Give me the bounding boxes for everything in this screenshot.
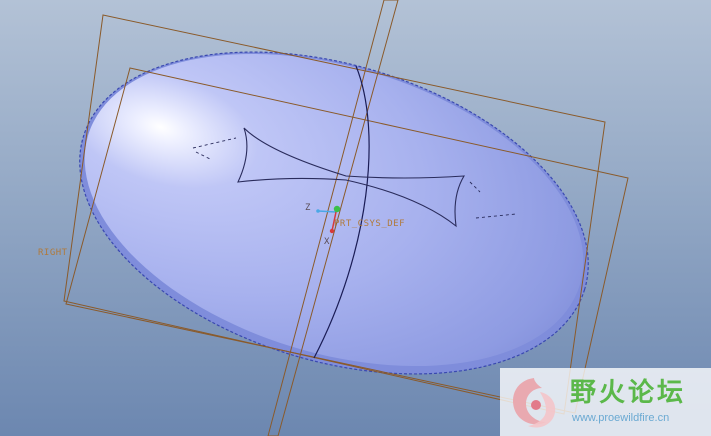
axis-y-marker	[333, 205, 341, 213]
watermark-url: www.proewildfire.cn	[572, 412, 670, 424]
watermark-title: 野火论坛	[570, 378, 687, 408]
axis-z-marker	[316, 209, 320, 213]
axis-x-marker	[329, 228, 335, 234]
forum-watermark: 野火论坛 www.proewildfire.cn	[500, 368, 711, 436]
csys-label[interactable]: PRT_CSYS_DEF	[334, 219, 405, 229]
axis-z-label: Z	[305, 203, 311, 213]
datum-plane-right-label[interactable]: RIGHT	[38, 248, 68, 258]
model-viewport[interactable]: Z X PRT_CSYS_DEF RIGHT 野火论坛 www.proewild…	[0, 0, 711, 436]
axis-x-label: X	[324, 237, 330, 247]
flame-logo-icon	[512, 378, 556, 428]
axis-z-line	[317, 210, 337, 213]
